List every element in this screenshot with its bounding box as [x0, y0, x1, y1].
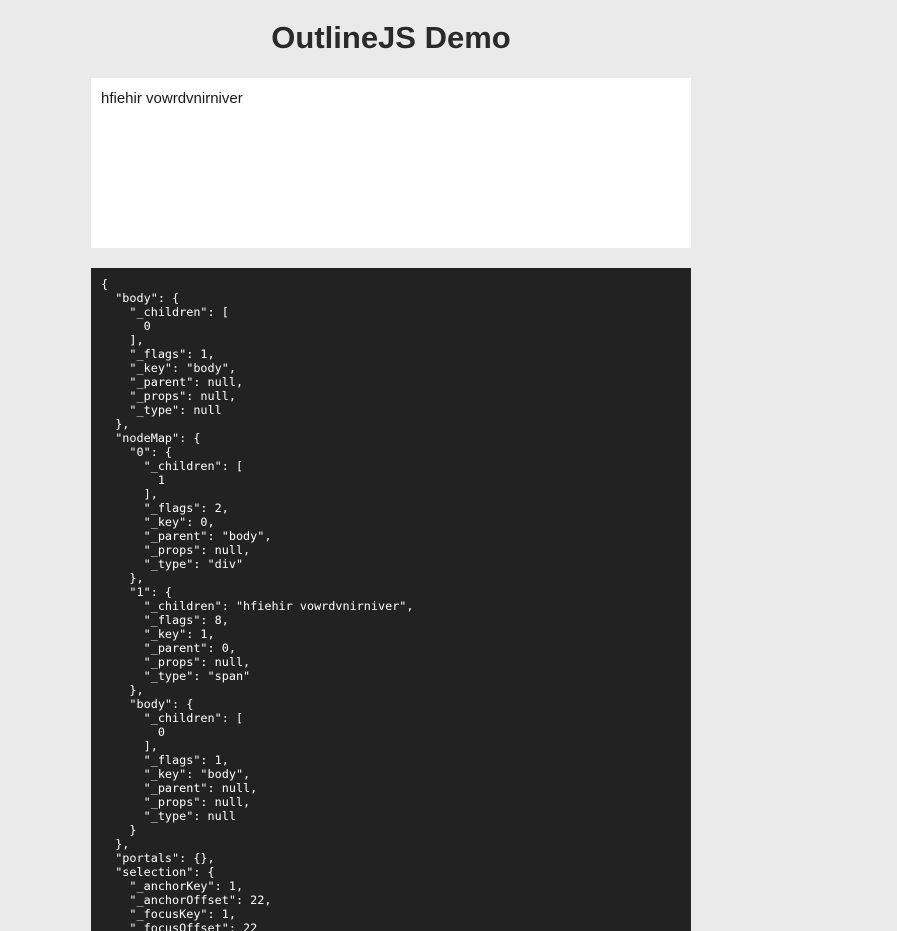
editor-state-json: { "body": { "_children": [ 0 ], "_flags"…	[101, 277, 414, 931]
editor-state-view[interactable]: { "body": { "_children": [ 0 ], "_flags"…	[91, 268, 691, 931]
rich-text-editor[interactable]: hfiehir vowrdvnirniver	[91, 78, 691, 248]
editor-text[interactable]: hfiehir vowrdvnirniver	[101, 90, 243, 107]
page-title: OutlineJS Demo	[271, 20, 511, 55]
